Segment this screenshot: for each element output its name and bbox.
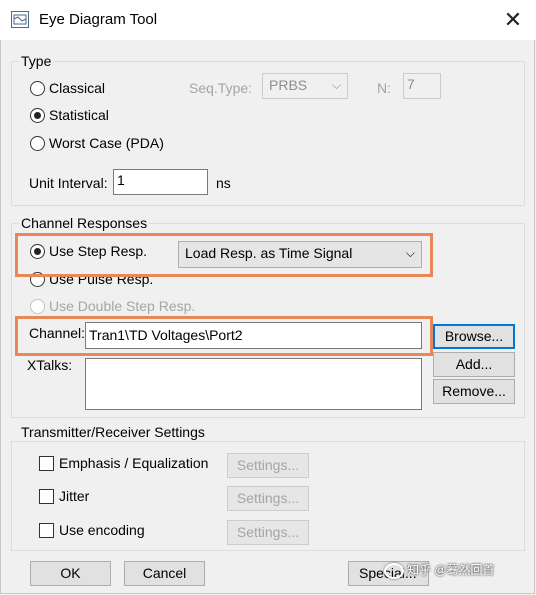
load-resp-select[interactable]: Load Resp. as Time Signal ⌵ <box>178 241 422 268</box>
statistical-radio[interactable] <box>30 108 45 123</box>
n-label: N: <box>377 80 391 96</box>
window-title: Eye Diagram Tool <box>39 11 158 28</box>
use-step-radio[interactable] <box>30 244 45 259</box>
watermark: 知乎 @蓦然回首 <box>384 561 529 585</box>
remove-button[interactable]: Remove... <box>433 379 515 404</box>
channel-input[interactable]: Tran1\TD Voltages\Port2 <box>85 322 422 349</box>
chevron-down-icon: ⌵ <box>405 246 415 260</box>
close-icon[interactable]: ✕ <box>498 6 528 34</box>
emphasis-label[interactable]: Emphasis / Equalization <box>59 455 208 471</box>
jitter-label[interactable]: Jitter <box>59 488 89 504</box>
watermark-logo-icon <box>384 562 404 579</box>
use-double-step-radio <box>30 299 45 314</box>
load-resp-value: Load Resp. as Time Signal <box>185 245 353 261</box>
xtalks-list[interactable] <box>85 358 422 410</box>
unit-label: ns <box>216 175 231 191</box>
use-double-step-label: Use Double Step Resp. <box>49 298 196 314</box>
unit-interval-input[interactable]: 1 <box>113 169 208 195</box>
encoding-label[interactable]: Use encoding <box>59 522 145 538</box>
seq-type-select: PRBS ⌵ <box>262 73 348 99</box>
seq-type-value: PRBS <box>269 77 308 93</box>
xtalks-label: XTalks: <box>27 357 73 373</box>
title-bar: Eye Diagram Tool ✕ <box>0 0 536 40</box>
chevron-down-icon: ⌵ <box>331 78 341 92</box>
emphasis-settings-button: Settings... <box>227 453 309 478</box>
encoding-settings-button: Settings... <box>227 520 309 545</box>
encoding-checkbox[interactable] <box>39 523 54 538</box>
browse-button[interactable]: Browse... <box>433 324 515 349</box>
txrx-group-label: Transmitter/Receiver Settings <box>19 424 207 440</box>
type-group-label: Type <box>19 53 54 69</box>
n-input: 7 <box>403 73 441 99</box>
channel-label: Channel: <box>29 325 86 341</box>
classical-radio[interactable] <box>30 81 45 96</box>
eye-diagram-app-icon <box>11 11 29 28</box>
use-pulse-label[interactable]: Use Pulse Resp. <box>49 271 153 287</box>
watermark-text: 知乎 @蓦然回首 <box>407 563 495 577</box>
use-step-label[interactable]: Use Step Resp. <box>49 243 147 259</box>
worst-case-radio[interactable] <box>30 136 45 151</box>
seq-type-label: Seq.Type: <box>189 80 253 96</box>
jitter-settings-button: Settings... <box>227 486 309 511</box>
worst-case-label[interactable]: Worst Case (PDA) <box>49 135 164 151</box>
jitter-checkbox[interactable] <box>39 489 54 504</box>
unit-interval-label: Unit Interval: <box>29 175 108 191</box>
classical-label[interactable]: Classical <box>49 80 105 96</box>
use-pulse-radio[interactable] <box>30 272 45 287</box>
channel-group-label: Channel Responses <box>19 215 150 231</box>
emphasis-checkbox[interactable] <box>39 456 54 471</box>
add-button[interactable]: Add... <box>433 352 515 377</box>
statistical-label[interactable]: Statistical <box>49 107 109 123</box>
ok-button[interactable]: OK <box>30 561 111 586</box>
cancel-button[interactable]: Cancel <box>124 561 205 586</box>
